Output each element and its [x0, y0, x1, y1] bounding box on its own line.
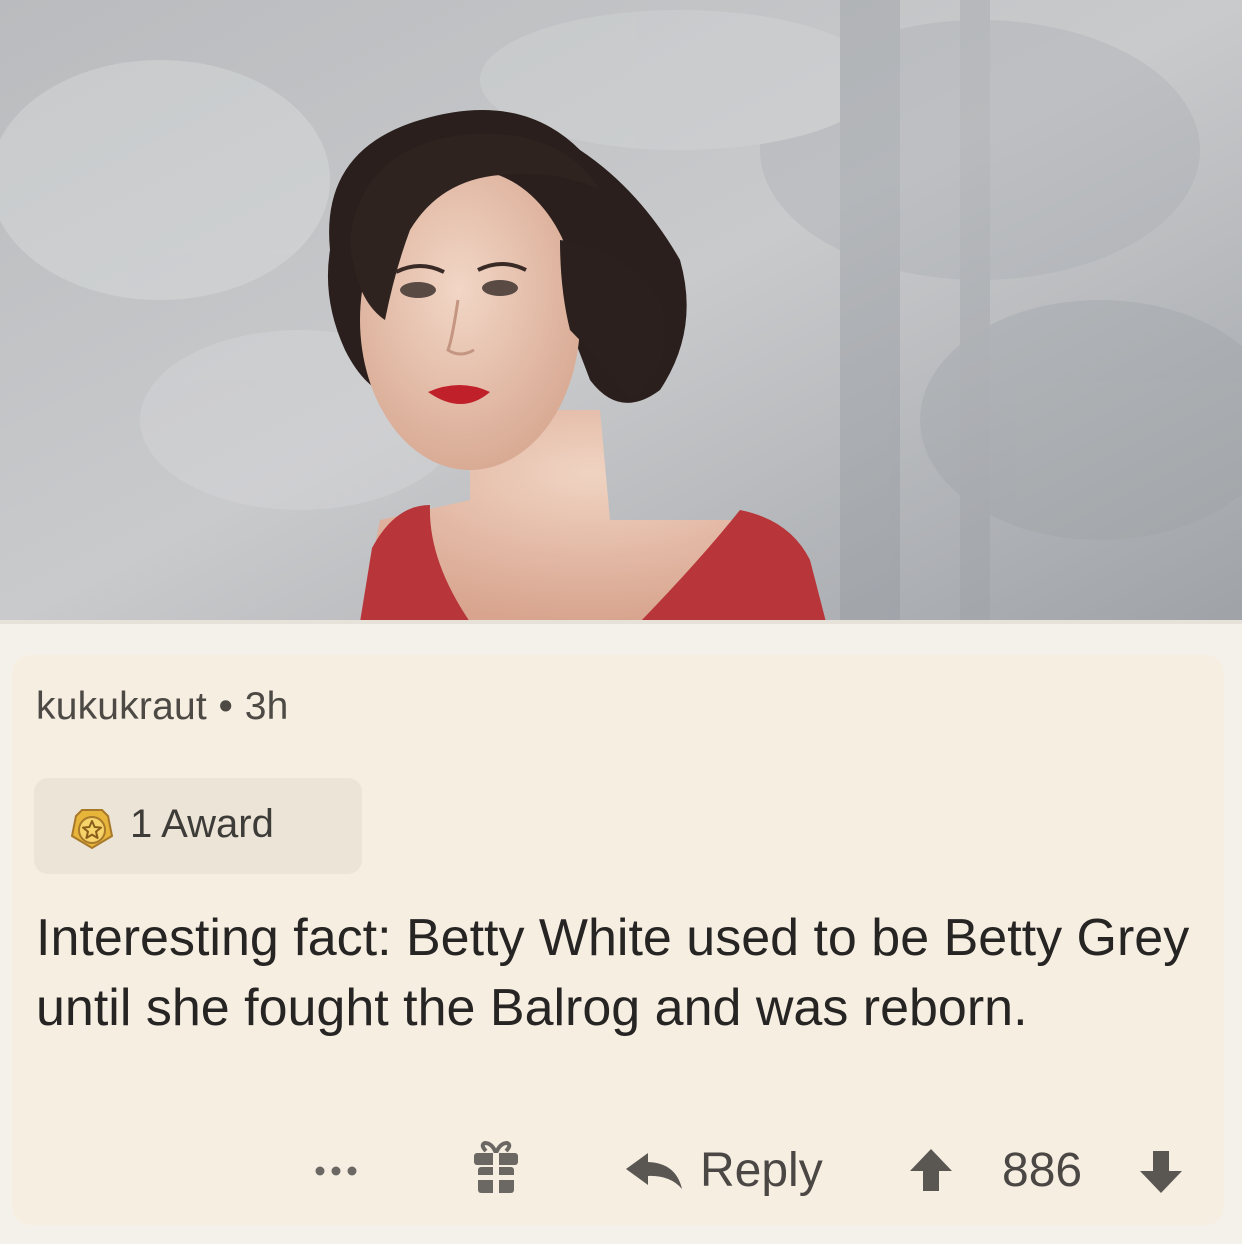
comment-card: kukukraut • 3h 1 Award Interesting fact: B… [12, 655, 1224, 1225]
more-options-icon[interactable] [306, 1149, 366, 1189]
meta-separator: • [218, 685, 233, 728]
reply-label: Reply [700, 1144, 823, 1197]
comment-meta: kukukraut • 3h [36, 685, 289, 729]
image-divider [0, 620, 1242, 624]
comment-body: Interesting fact: Betty White used to be… [36, 909, 1190, 1037]
vote-score: 886 [1002, 1144, 1083, 1197]
comment-username[interactable]: kukukraut [36, 685, 207, 728]
reply-arrow-icon [626, 1153, 682, 1189]
screenshot-frame: kukukraut • 3h 1 Award Interesting fact: B… [0, 0, 1242, 1244]
award-badge[interactable]: 1 Award [34, 778, 362, 874]
award-star-icon [70, 809, 114, 850]
post-image [0, 0, 1242, 622]
comment-action-bar: Reply 886 [12, 1135, 1224, 1205]
portrait-photo [0, 0, 1242, 622]
reply-button[interactable]: Reply [622, 1135, 862, 1205]
downvote-arrow-icon[interactable] [1136, 1147, 1186, 1197]
award-count-label: 1 Award [130, 802, 274, 846]
gift-icon[interactable] [468, 1141, 524, 1197]
upvote-arrow-icon[interactable] [906, 1145, 956, 1195]
comment-age: 3h [244, 685, 289, 728]
